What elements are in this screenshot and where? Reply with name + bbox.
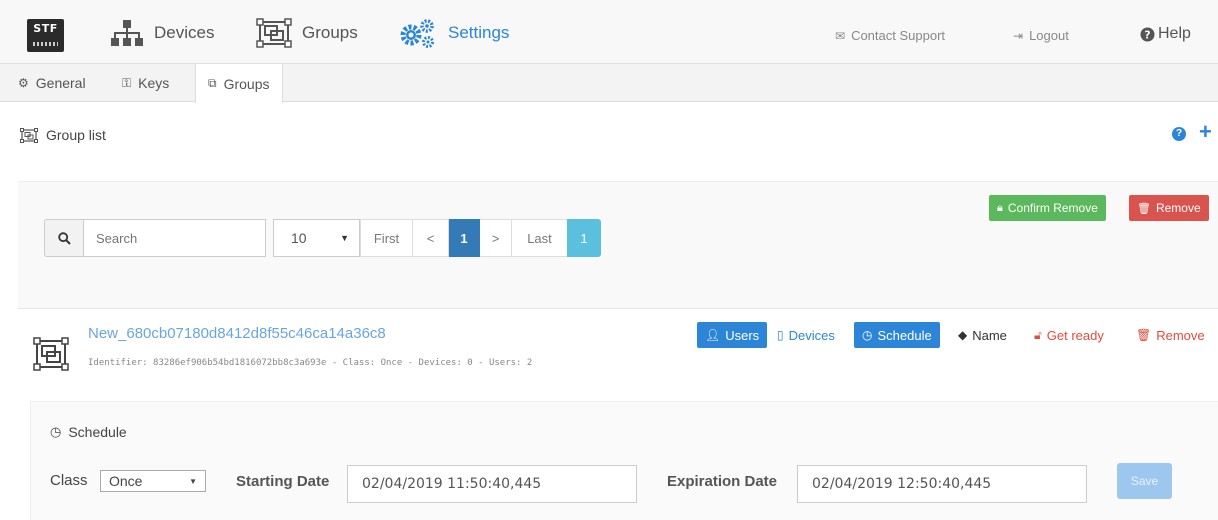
logo-bars — [33, 42, 58, 46]
logout-link[interactable]: ⇥ Logout — [1013, 28, 1069, 43]
unlock-icon: 🔓︎ — [1034, 327, 1042, 342]
object-group-icon — [33, 337, 69, 371]
question-circle-icon[interactable]: ? — [1172, 127, 1186, 141]
remove-group-label: Remove — [1156, 327, 1205, 343]
remove-all-button[interactable]: 🗑︎ Remove — [1129, 195, 1209, 221]
settings-tabs: ⚙ General ⚿ Keys ⧉ Groups — [0, 64, 1218, 103]
tab-groups[interactable]: ⧉ Groups — [195, 64, 283, 103]
class-value: Once — [109, 473, 143, 489]
group-list-heading: Group list — [20, 127, 106, 143]
devices-button[interactable]: ▯ Devices — [777, 322, 835, 348]
class-label: Class — [50, 472, 88, 489]
object-group-icon — [256, 18, 292, 48]
mobile-icon: ▯ — [777, 328, 784, 342]
top-navbar: STF Devices Groups Settings ✉ Contact Su… — [0, 0, 1218, 64]
page-last-label: Last — [527, 230, 552, 246]
page-current[interactable]: 1 — [449, 219, 480, 257]
page-last[interactable]: Last — [512, 219, 568, 257]
cogs-icon: ⚙ — [18, 76, 29, 90]
search-group — [44, 219, 266, 257]
nav-groups[interactable]: Groups — [256, 18, 358, 48]
page-size-value: 10 — [291, 230, 307, 246]
total-pages-badge: 1 — [567, 219, 601, 257]
sign-out-icon: ⇥ — [1013, 28, 1024, 43]
schedule-title: Schedule — [68, 424, 127, 440]
users-label: Users — [725, 327, 760, 343]
confirm-remove-label: Confirm Remove — [1007, 201, 1098, 215]
tab-keys-label: Keys — [138, 75, 170, 91]
contact-support-label: Contact Support — [851, 28, 946, 43]
schedule-label: Schedule — [877, 327, 932, 343]
get-ready-label: Get ready — [1046, 327, 1104, 343]
help-link[interactable]: ? Help — [1140, 25, 1191, 43]
search-icon — [44, 219, 84, 257]
schedule-heading: ◷ Schedule — [50, 424, 127, 440]
nav-settings-label: Settings — [448, 23, 510, 42]
logo-text: STF — [33, 22, 58, 35]
object-group-icon — [20, 127, 38, 143]
object-group-icon: ⧉ — [208, 76, 217, 90]
devices-label: Devices — [788, 327, 835, 343]
user-icon: 👤︎ — [705, 328, 721, 342]
schedule-button[interactable]: ◷ Schedule — [854, 322, 940, 348]
sitemap-icon — [111, 20, 143, 46]
clock-icon: ◷ — [862, 328, 873, 342]
save-label: Save — [1130, 474, 1159, 488]
group-list-title: Group list — [46, 127, 106, 143]
nav-devices[interactable]: Devices — [110, 18, 214, 48]
save-button[interactable]: Save — [1117, 463, 1172, 499]
caret-down-icon: ▼ — [189, 476, 197, 486]
page-next[interactable]: > — [480, 219, 512, 257]
pagination: First < 1 > Last — [360, 219, 568, 257]
page-prev[interactable]: < — [413, 219, 449, 257]
group-meta: Identifier: 83286ef906b54bd1816072bb8c3a… — [88, 358, 533, 368]
page-first-label: First — [373, 230, 400, 246]
remove-all-label: Remove — [1155, 201, 1201, 215]
logout-label: Logout — [1029, 28, 1069, 43]
key-icon: ⚿ — [122, 75, 132, 90]
search-input[interactable] — [84, 219, 266, 257]
group-name-link[interactable]: New_680cb07180d8412d8f55c46ca14a36c8 — [88, 325, 386, 342]
tab-general[interactable]: ⚙ General — [6, 64, 98, 102]
trash-icon: 🗑︎ — [1137, 202, 1151, 215]
cogs-icon — [400, 19, 434, 48]
tab-general-label: General — [35, 75, 86, 91]
page-first[interactable]: First — [360, 219, 413, 257]
help-label: Help — [1158, 25, 1191, 42]
remove-group-button[interactable]: 🗑︎ Remove — [1136, 322, 1205, 348]
contact-support-link[interactable]: ✉ Contact Support — [835, 28, 945, 43]
expiration-date-input[interactable]: 02/04/2019 12:50:40,445 — [797, 465, 1087, 503]
tab-keys[interactable]: ⚿ Keys — [110, 64, 181, 102]
page-current-label: 1 — [460, 230, 468, 246]
name-button[interactable]: ◆ Name — [958, 322, 1007, 348]
svg-text:?: ? — [1144, 28, 1150, 41]
question-circle-icon: ? — [1140, 27, 1155, 41]
envelope-icon: ✉ — [835, 28, 846, 43]
tab-groups-label: Groups — [223, 75, 270, 92]
get-ready-button[interactable]: 🔓︎ Get ready — [1034, 322, 1104, 348]
plus-icon[interactable]: + — [1199, 120, 1212, 144]
starting-date-label: Starting Date — [236, 473, 330, 490]
nav-devices-label: Devices — [154, 23, 215, 42]
name-label: Name — [972, 327, 1007, 343]
page-size-select[interactable]: 10 ▼ — [273, 219, 360, 257]
clock-icon: ◷ — [50, 424, 62, 439]
total-pages-label: 1 — [580, 230, 588, 246]
nav-settings[interactable]: Settings — [398, 18, 509, 48]
caret-down-icon: ▼ — [340, 233, 349, 243]
users-button[interactable]: 👤︎ Users — [697, 322, 768, 348]
nav-groups-label: Groups — [302, 23, 358, 42]
lock-icon: 🔒︎ — [997, 201, 1003, 214]
page-prev-label: < — [426, 230, 435, 246]
trash-icon: 🗑︎ — [1136, 328, 1152, 342]
stf-logo[interactable]: STF — [27, 19, 64, 52]
expiration-date-label: Expiration Date — [667, 473, 778, 490]
tag-icon: ◆ — [958, 328, 968, 342]
class-select[interactable]: Once ▼ — [100, 470, 206, 492]
starting-date-input[interactable]: 02/04/2019 11:50:40,445 — [347, 465, 637, 503]
confirm-remove-button[interactable]: 🔒︎ Confirm Remove — [989, 195, 1106, 221]
page-next-label: > — [491, 230, 500, 246]
